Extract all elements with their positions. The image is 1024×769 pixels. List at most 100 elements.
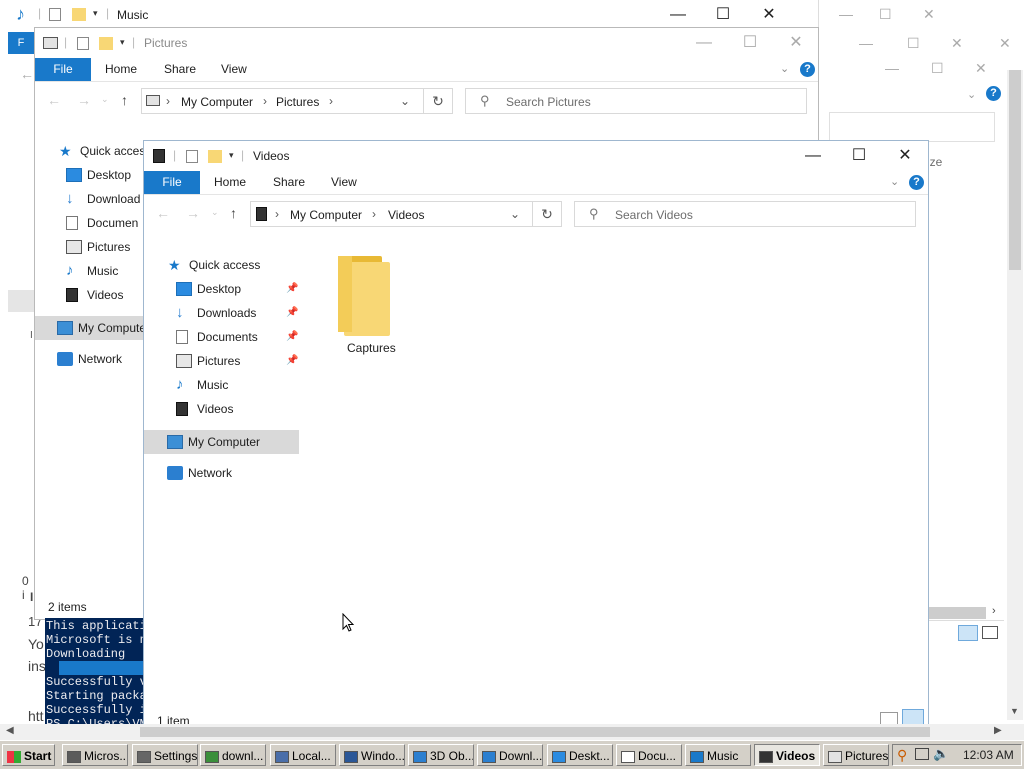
videos-tab-share[interactable]: Share: [273, 171, 305, 194]
videos-refresh-button[interactable]: ↻: [532, 201, 562, 227]
pictures-up-button[interactable]: ↑: [121, 92, 128, 108]
pictures-hscroll[interactable]: ›: [928, 605, 1004, 621]
videos-address-dropdown-icon[interactable]: ⌄: [510, 207, 520, 221]
videos-nav-pictures[interactable]: Pictures 📌: [176, 350, 300, 372]
taskbar-item[interactable]: Micros...: [62, 744, 128, 766]
pin-icon[interactable]: 📌: [286, 350, 298, 372]
bg-minimize-button[interactable]: —: [839, 6, 853, 22]
music-close-button[interactable]: ✕: [746, 0, 792, 30]
downloads-icon: ↓: [66, 190, 74, 207]
pictures-expand-ribbon-icon[interactable]: ⌄: [780, 62, 789, 75]
pictures-search-input[interactable]: ⚲ Search Pictures: [465, 88, 807, 114]
pin-icon[interactable]: 📌: [286, 302, 298, 324]
videos-tab-view[interactable]: View: [331, 171, 357, 194]
system-tray: ⚲ 🔈 12:03 AM: [892, 744, 1022, 766]
new-folder-icon[interactable]: [99, 37, 113, 50]
pin-icon[interactable]: 📌: [286, 278, 298, 300]
settings-icon: [137, 750, 151, 763]
bg-maximize-button[interactable]: ☐: [879, 6, 892, 23]
pictures-tab-view[interactable]: View: [221, 58, 247, 81]
taskbar-item[interactable]: Deskt...: [547, 744, 613, 766]
powershell-line: Microsoft is n: [46, 633, 143, 647]
videos-help-icon[interactable]: ?: [909, 175, 924, 190]
pictures-back-button[interactable]: ←: [47, 92, 61, 108]
taskbar-item[interactable]: Local...: [270, 744, 336, 766]
start-button[interactable]: Start: [2, 744, 55, 766]
pictures-tab-home[interactable]: Home: [105, 58, 137, 81]
taskbar-item[interactable]: Windo...: [339, 744, 405, 766]
pictures-tab-file[interactable]: File: [35, 58, 91, 81]
pictures-address-dropdown-icon[interactable]: ⌄: [400, 94, 410, 108]
taskbar-item[interactable]: 3D Ob...: [408, 744, 474, 766]
videos-up-button[interactable]: ↑: [230, 205, 237, 221]
pictures-maximize-button[interactable]: ☐: [727, 28, 773, 58]
folder-item-captures[interactable]: Captures: [330, 253, 410, 357]
downloads-icon: [482, 750, 496, 763]
pictures-recent-chevron-icon[interactable]: ⌄: [101, 94, 109, 105]
folder-icon: [338, 256, 392, 336]
store-icon: [67, 750, 81, 763]
taskbar-item[interactable]: Videos: [754, 744, 820, 766]
videos-recent-chevron-icon[interactable]: ⌄: [211, 207, 219, 218]
taskbar-item[interactable]: downl...: [200, 744, 266, 766]
videos-crumb-videos[interactable]: Videos: [388, 208, 424, 222]
network-icon: [167, 466, 183, 480]
pin-icon[interactable]: 📌: [286, 326, 298, 348]
search-tray-icon[interactable]: ⚲: [897, 747, 907, 764]
videos-nav-documents[interactable]: Documents 📌: [176, 326, 300, 348]
desktop-hscroll[interactable]: ◀ ▶: [0, 724, 1024, 740]
pictures-crumb-pictures[interactable]: Pictures: [276, 95, 319, 109]
volume-icon[interactable]: 🔈: [933, 746, 949, 762]
videos-address-bar[interactable]: › My Computer › Videos ⌄: [250, 201, 533, 227]
bg-help-icon[interactable]: ?: [986, 86, 1001, 101]
pictures-help-icon[interactable]: ?: [800, 62, 815, 77]
pictures-refresh-button[interactable]: ↻: [423, 88, 453, 114]
taskbar-item[interactable]: Music: [685, 744, 751, 766]
videos-tab-home[interactable]: Home: [214, 171, 246, 194]
videos-minimize-button[interactable]: —: [790, 141, 836, 171]
downloads-icon: ↓: [176, 304, 184, 321]
music-maximize-button[interactable]: ☐: [700, 0, 746, 30]
large-icons-view-icon[interactable]: [982, 626, 998, 639]
taskbar-item[interactable]: Docu...: [616, 744, 682, 766]
new-folder-icon[interactable]: [208, 150, 222, 163]
powershell-line: Downloading: [46, 647, 126, 661]
videos-maximize-button[interactable]: ☐: [836, 141, 882, 171]
taskbar-item[interactable]: Pictures: [823, 744, 889, 766]
music-minimize-button[interactable]: —: [655, 0, 701, 30]
videos-forward-button[interactable]: →: [186, 205, 200, 221]
videos-tab-file[interactable]: File: [144, 171, 200, 194]
properties-icon[interactable]: [186, 150, 198, 163]
taskbar-item-label: Videos: [776, 749, 816, 763]
properties-icon[interactable]: [49, 8, 61, 21]
videos-close-button[interactable]: ✕: [882, 141, 928, 171]
videos-window: | ▾ | Videos — ☐ ✕ File Home Share View …: [143, 140, 929, 736]
bg-close-button[interactable]: ✕: [923, 6, 935, 23]
pictures-address-bar[interactable]: › My Computer › Pictures › ⌄: [141, 88, 424, 114]
pictures-crumb-my-computer[interactable]: My Computer: [181, 95, 253, 109]
videos-nav-downloads[interactable]: ↓ Downloads 📌: [176, 302, 300, 324]
pictures-minimize-button[interactable]: —: [681, 28, 727, 58]
pictures-tab-share[interactable]: Share: [164, 58, 196, 81]
bg-scrollbar[interactable]: [1007, 70, 1023, 720]
windows-logo-icon: [7, 750, 21, 763]
network-tray-icon[interactable]: [915, 748, 929, 760]
pictures-close-button[interactable]: ✕: [773, 28, 818, 58]
documents-icon: [66, 216, 78, 230]
videos-search-input[interactable]: ⚲ Search Videos: [574, 201, 916, 227]
clock[interactable]: 12:03 AM: [963, 748, 1014, 762]
videos-crumb-my-computer[interactable]: My Computer: [290, 208, 362, 222]
videos-nav-desktop[interactable]: Desktop 📌: [176, 278, 300, 300]
taskbar-item[interactable]: Settings: [132, 744, 198, 766]
videos-expand-ribbon-icon[interactable]: ⌄: [890, 175, 899, 188]
videos-icon: [759, 750, 773, 763]
details-view-icon[interactable]: [958, 625, 978, 641]
pictures-icon: [66, 240, 82, 254]
properties-icon[interactable]: [77, 37, 89, 50]
new-folder-icon[interactable]: [72, 8, 86, 21]
taskbar-item[interactable]: Downl...: [477, 744, 543, 766]
pictures-forward-button[interactable]: →: [77, 92, 91, 108]
star-icon: ★: [59, 143, 72, 159]
videos-back-button[interactable]: ←: [156, 205, 170, 221]
taskbar-item-label: Settings: [154, 749, 198, 763]
